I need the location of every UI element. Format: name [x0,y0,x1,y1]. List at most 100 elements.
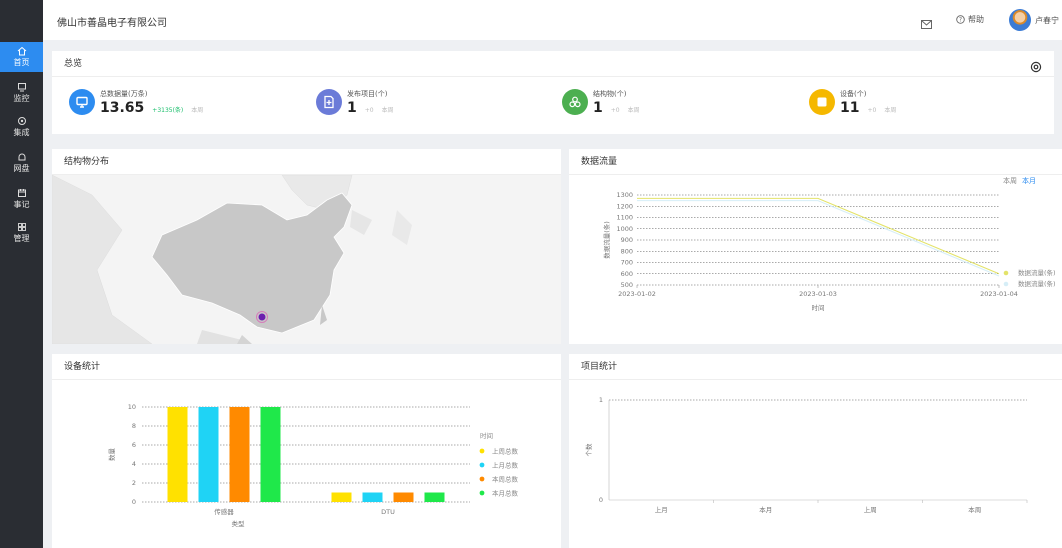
settings-icon[interactable] [1030,58,1042,77]
stat-label: 总数据量(万条) [100,90,148,98]
top-header: 佛山市善晶电子有限公司 ? 帮助 卢春宁 [43,0,1062,40]
legend-marker [479,448,485,454]
data-flow-card: 数据流量 本周 本月 1300 1200 1100 1000 900 800 700 600 5… [569,149,1062,344]
legend-label: 本月总数 [492,488,519,497]
y-tick-label: 500 [621,281,633,289]
project-stats-card: 项目统计 1 0 个数 上月 本月 上周 本周 [569,354,1062,548]
device-icon [809,89,835,115]
map-card: 结构物分布 [52,149,561,344]
monitor-icon [69,89,95,115]
user-name: 卢春宁 [1035,15,1059,25]
bar [260,407,281,502]
home-icon [0,46,43,58]
sidebar-item-calendar[interactable]: 事记 [0,184,43,214]
legend-title: 时间 [480,431,493,440]
legend-label: 上月总数 [492,460,519,469]
x-tick-label: DTU [381,508,395,516]
x-tick-label: 上月 [655,505,668,514]
sidebar: 首页 监控 集成 网盘 事记 管理 [0,0,43,548]
legend-label: 本周总数 [492,474,519,483]
y-tick-label: 6 [132,441,136,449]
legend-marker [479,490,485,496]
y-tick-label: 1 [599,396,603,404]
y-tick-label: 10 [128,403,136,411]
legend-label: 上周总数 [492,446,519,455]
x-tick-label: 上周 [864,505,877,514]
y-tick-label: 800 [621,247,633,255]
series-line [637,200,1000,277]
help-link[interactable]: ? 帮助 [956,14,984,25]
bar [167,407,188,502]
sidebar-item-label: 网盘 [13,164,30,173]
stat-value: 1 [347,100,357,116]
x-tick-label: 本月 [759,505,772,514]
overview-title: 总览 [52,51,1054,77]
y-tick-label: 8 [132,422,136,430]
stat-value: 1 [593,100,603,116]
bar [229,407,250,502]
sidebar-item-manage[interactable]: 管理 [0,218,43,248]
y-tick-label: 0 [132,498,136,506]
y-tick-label: 1300 [616,191,633,199]
grid-icon [0,222,43,234]
data-flow-title: 数据流量 [569,149,1062,175]
bar [393,492,414,502]
sidebar-item-monitor[interactable]: 监控 [0,78,43,108]
y-tick-label: 4 [132,460,136,468]
china-map[interactable] [52,175,561,344]
legend-marker [1003,281,1009,287]
stat-delta: +0 [867,107,877,114]
sidebar-item-drive[interactable]: 网盘 [0,148,43,178]
x-axis-label: 时间 [812,303,825,312]
stat-delta: +0 [364,107,374,114]
stat-projects: 发布项目(个) 1 +0 本周 [316,89,394,116]
y-tick-label: 1200 [616,202,633,210]
map-title: 结构物分布 [52,149,561,175]
help-icon: ? [956,15,965,24]
mail-icon[interactable] [921,14,932,33]
legend-label: 数据流量(条) [1018,268,1056,277]
y-axis-label: 数量 [107,448,116,462]
bar [424,492,445,502]
y-axis-label: 数据流量(条) [602,221,611,259]
x-tick-label: 2023-01-03 [799,290,837,298]
y-tick-label: 0 [599,496,603,504]
legend-marker [479,462,485,468]
bar [331,492,352,502]
x-tick-label: 传感器 [214,507,234,516]
sidebar-item-label: 集成 [13,128,30,137]
y-tick-label: 900 [621,236,633,244]
y-tick-label: 1100 [616,214,633,222]
drive-icon [0,152,43,164]
add-doc-icon [316,89,342,115]
legend-marker [479,476,485,482]
x-tick-label: 2023-01-04 [980,290,1018,298]
stat-period: 本周 [884,107,897,114]
project-stats-title: 项目统计 [569,354,1062,380]
avatar [1009,9,1031,31]
overview-card: 总览 总数据量(万条) 13.65 +3135(条) 本周 发布项目(个) 1 … [52,51,1054,134]
help-label: 帮助 [968,15,984,24]
stat-structures: 结构物(个) 1 +0 本周 [562,89,640,116]
x-axis-label: 类型 [232,519,246,528]
sidebar-item-home[interactable]: 首页 [0,42,43,72]
device-stats-chart: 10 8 6 4 2 0 数量传感器 DTU 类型 时间上周总数上月总数本周总数本月总数 [107,403,519,528]
stat-label: 设备(个) [840,90,867,98]
sidebar-item-integration[interactable]: 集成 [0,112,43,142]
user-menu[interactable]: 卢春宁 [1009,9,1059,31]
stat-period: 本周 [627,107,640,114]
stat-period: 本周 [381,107,394,114]
stat-total-data: 总数据量(万条) 13.65 +3135(条) 本周 [69,89,203,116]
x-tick-label: 本周 [968,505,981,514]
bar [198,407,219,502]
stat-delta: +3135(条) [152,107,184,114]
stat-value: 11 [840,100,860,116]
sidebar-item-label: 管理 [13,234,30,243]
device-stats-title: 设备统计 [52,354,561,380]
calendar-icon [0,188,43,200]
project-stats-chart: 1 0 个数上月 本月 上周 本周 [584,396,1028,514]
stat-value: 13.65 [100,100,145,116]
stat-devices: 设备(个) 11 +0 本周 [809,89,896,116]
y-tick-label: 2 [132,479,136,487]
stat-period: 本周 [191,107,204,114]
